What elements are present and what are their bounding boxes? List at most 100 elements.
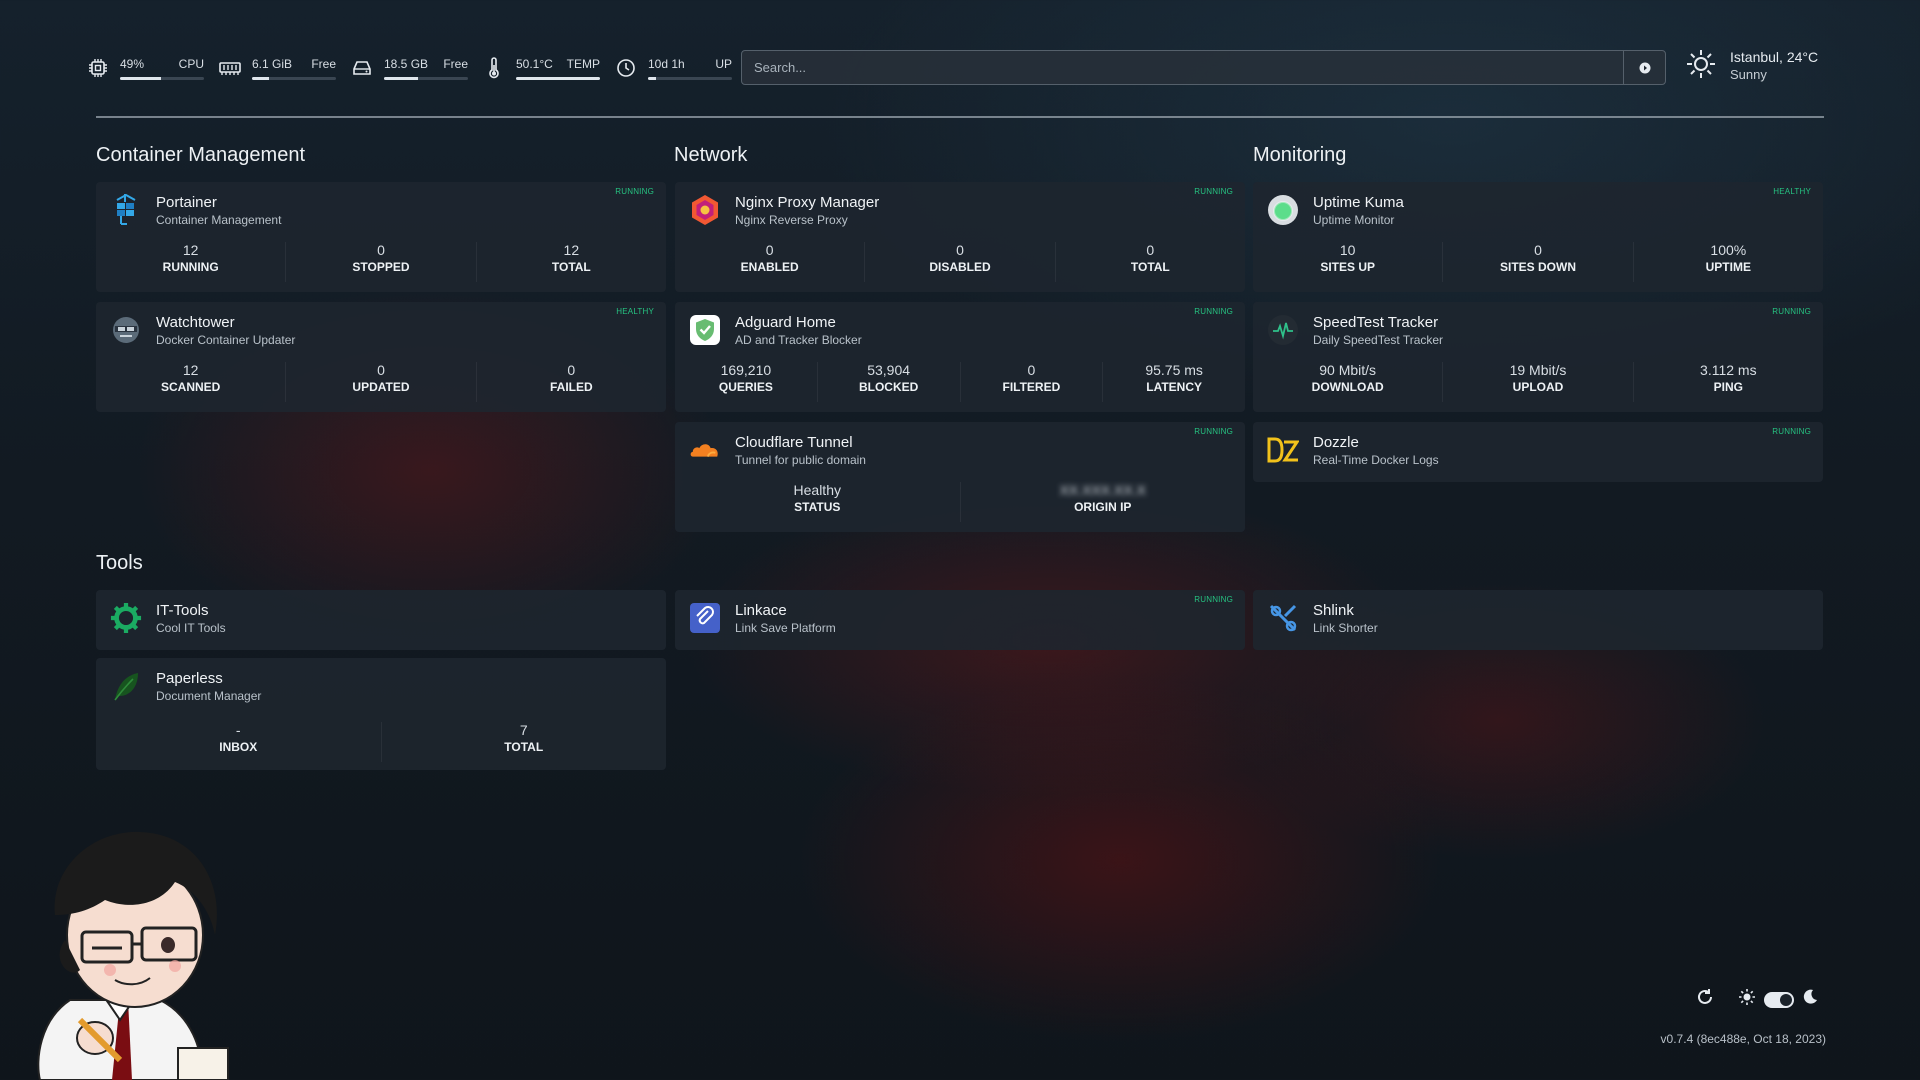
status-badge: RUNNING xyxy=(1772,427,1811,436)
status-badge: RUNNING xyxy=(1194,427,1233,436)
card-subtitle: Container Management xyxy=(156,213,282,227)
card-title: Shlink xyxy=(1313,602,1354,619)
stat-label: ORIGIN IP xyxy=(1074,500,1132,514)
status-badge: RUNNING xyxy=(1772,307,1811,316)
portainer-card[interactable]: Portainer Container Management RUNNING 1… xyxy=(96,182,666,292)
card-subtitle: Daily SpeedTest Tracker xyxy=(1313,333,1444,347)
search-input[interactable] xyxy=(742,51,1623,84)
speedtest-pulse-icon xyxy=(1267,314,1299,346)
watchtower-card[interactable]: Watchtower Docker Container Updater HEAL… xyxy=(96,302,666,412)
dozzle-dz-icon xyxy=(1267,434,1299,466)
stat-ping: 3.112 ms PING xyxy=(1632,362,1823,402)
mascot-illustration xyxy=(10,820,270,1080)
stat-label: FILTERED xyxy=(1002,380,1061,394)
stat-queries: 169,210 QUERIES xyxy=(675,362,817,402)
stat-uptime: 100% UPTIME xyxy=(1632,242,1823,282)
card-title: Uptime Kuma xyxy=(1313,194,1404,211)
thermometer-icon xyxy=(482,56,506,80)
speedtest-tracker-card[interactable]: SpeedTest Tracker Daily SpeedTest Tracke… xyxy=(1253,302,1823,412)
search-button[interactable] xyxy=(1623,51,1665,84)
section-title-tools: Tools xyxy=(96,552,143,574)
search-submit-icon xyxy=(1639,62,1650,73)
card-title: Paperless xyxy=(156,670,223,687)
light-mode-icon[interactable] xyxy=(1738,988,1756,1011)
stat-label: QUERIES xyxy=(718,380,773,394)
stat-label: ENABLED xyxy=(740,260,799,274)
stat-label: TOTAL xyxy=(504,740,544,754)
top-bar: 49% CPU 6.1 GiB Free 18.5 GB Free 50.1°C TEM… xyxy=(86,48,1876,86)
status-badge: RUNNING xyxy=(1194,187,1233,196)
toggle-knob xyxy=(1780,993,1792,1006)
stat-total: 12 TOTAL xyxy=(475,242,666,282)
linkace-card[interactable]: Linkace Link Save Platform RUNNING xyxy=(675,590,1245,650)
dozzle-card[interactable]: Dozzle Real-Time Docker Logs RUNNING xyxy=(1253,422,1823,482)
stat-value: 12 xyxy=(563,242,580,258)
card-title: IT-Tools xyxy=(156,602,209,619)
section-title-container: Container Management xyxy=(96,144,306,166)
watchtower-icon xyxy=(110,314,142,346)
stat-label: BLOCKED xyxy=(858,380,919,394)
nginx-proxy-manager-icon xyxy=(689,194,721,226)
stat-stopped: 0 STOPPED xyxy=(285,242,475,282)
it-tools-card[interactable]: IT-Tools Cool IT Tools xyxy=(96,590,666,650)
card-subtitle: Docker Container Updater xyxy=(156,333,296,347)
header-divider xyxy=(96,116,1824,118)
stat-value: 19 Mbit/s xyxy=(1509,362,1567,378)
stat-scanned: 12 SCANNED xyxy=(96,362,285,402)
status-badge: RUNNING xyxy=(1194,595,1233,604)
paperless-card[interactable]: Paperless Document Manager - INBOX 7 TOTAL xyxy=(96,658,666,770)
stat-value: 90 Mbit/s xyxy=(1319,362,1377,378)
stat-value: 0 xyxy=(1146,242,1155,258)
status-badge: HEALTHY xyxy=(1773,187,1811,196)
adguard-home-card[interactable]: Adguard Home AD and Tracker Blocker RUNN… xyxy=(675,302,1245,412)
adguard-shield-icon xyxy=(689,314,721,346)
stat-value: 0 xyxy=(1027,362,1036,378)
status-badge: RUNNING xyxy=(1194,307,1233,316)
stat-origin-ip: XX.XXX.XX.X ORIGIN IP xyxy=(959,482,1246,522)
stat-label: UPLOAD xyxy=(1512,380,1564,394)
card-subtitle: Link Shorter xyxy=(1313,621,1378,635)
version-label: v0.7.4 (8ec488e, Oct 18, 2023) xyxy=(1660,1032,1826,1046)
stat-inbox: - INBOX xyxy=(96,722,381,762)
stat-value: 0 xyxy=(956,242,964,258)
weather-widget: Istanbul, 24°C Sunny xyxy=(1686,48,1818,84)
uptime-label: UP xyxy=(715,56,732,71)
uptime-kuma-card[interactable]: Uptime Kuma Uptime Monitor HEALTHY 10 SIT… xyxy=(1253,182,1823,292)
stat-label: FAILED xyxy=(549,380,593,394)
stat-disabled: 0 DISABLED xyxy=(864,242,1054,282)
ram-label: Free xyxy=(311,56,336,71)
stat-label: STOPPED xyxy=(352,260,410,274)
shlink-icon xyxy=(1267,602,1299,634)
cloudflare-tunnel-card[interactable]: Cloudflare Tunnel Tunnel for public doma… xyxy=(675,422,1245,532)
nginx-proxy-manager-card[interactable]: Nginx Proxy Manager Nginx Reverse Proxy … xyxy=(675,182,1245,292)
card-title: Linkace xyxy=(735,602,787,619)
theme-toggle[interactable] xyxy=(1764,991,1794,1008)
temp-bar xyxy=(516,76,600,80)
stat-value: 3.112 ms xyxy=(1700,362,1757,378)
card-subtitle: Cool IT Tools xyxy=(156,621,226,635)
memory-icon xyxy=(218,56,242,80)
shlink-card[interactable]: Shlink Link Shorter xyxy=(1253,590,1823,650)
stat-total: 7 TOTAL xyxy=(380,722,667,762)
disk-bar xyxy=(384,76,418,80)
weather-condition: Sunny xyxy=(1730,67,1767,82)
stat-label: STATUS xyxy=(794,500,841,514)
refresh-icon[interactable] xyxy=(1696,988,1714,1011)
stat-label: LATENCY xyxy=(1146,380,1203,394)
card-subtitle: Uptime Monitor xyxy=(1313,213,1395,227)
uptime-value: 10d 1h xyxy=(648,56,685,71)
stat-value: 7 xyxy=(519,722,528,738)
section-title-monitoring: Monitoring xyxy=(1253,144,1347,166)
card-subtitle: Nginx Reverse Proxy xyxy=(735,213,848,227)
stat-value: - xyxy=(235,722,241,738)
stat-value: 53,904 xyxy=(867,362,911,378)
stat-value: 12 xyxy=(182,242,199,258)
stat-label: DISABLED xyxy=(929,260,991,274)
ram-widget: 6.1 GiB Free xyxy=(218,56,336,80)
stat-label: RUNNING xyxy=(162,260,219,274)
stat-filtered: 0 FILTERED xyxy=(959,362,1103,402)
it-tools-gear-icon xyxy=(110,602,142,634)
stat-sites-up: 10 SITES UP xyxy=(1253,242,1442,282)
dark-mode-icon[interactable] xyxy=(1802,989,1818,1010)
status-badge: HEALTHY xyxy=(616,307,654,316)
